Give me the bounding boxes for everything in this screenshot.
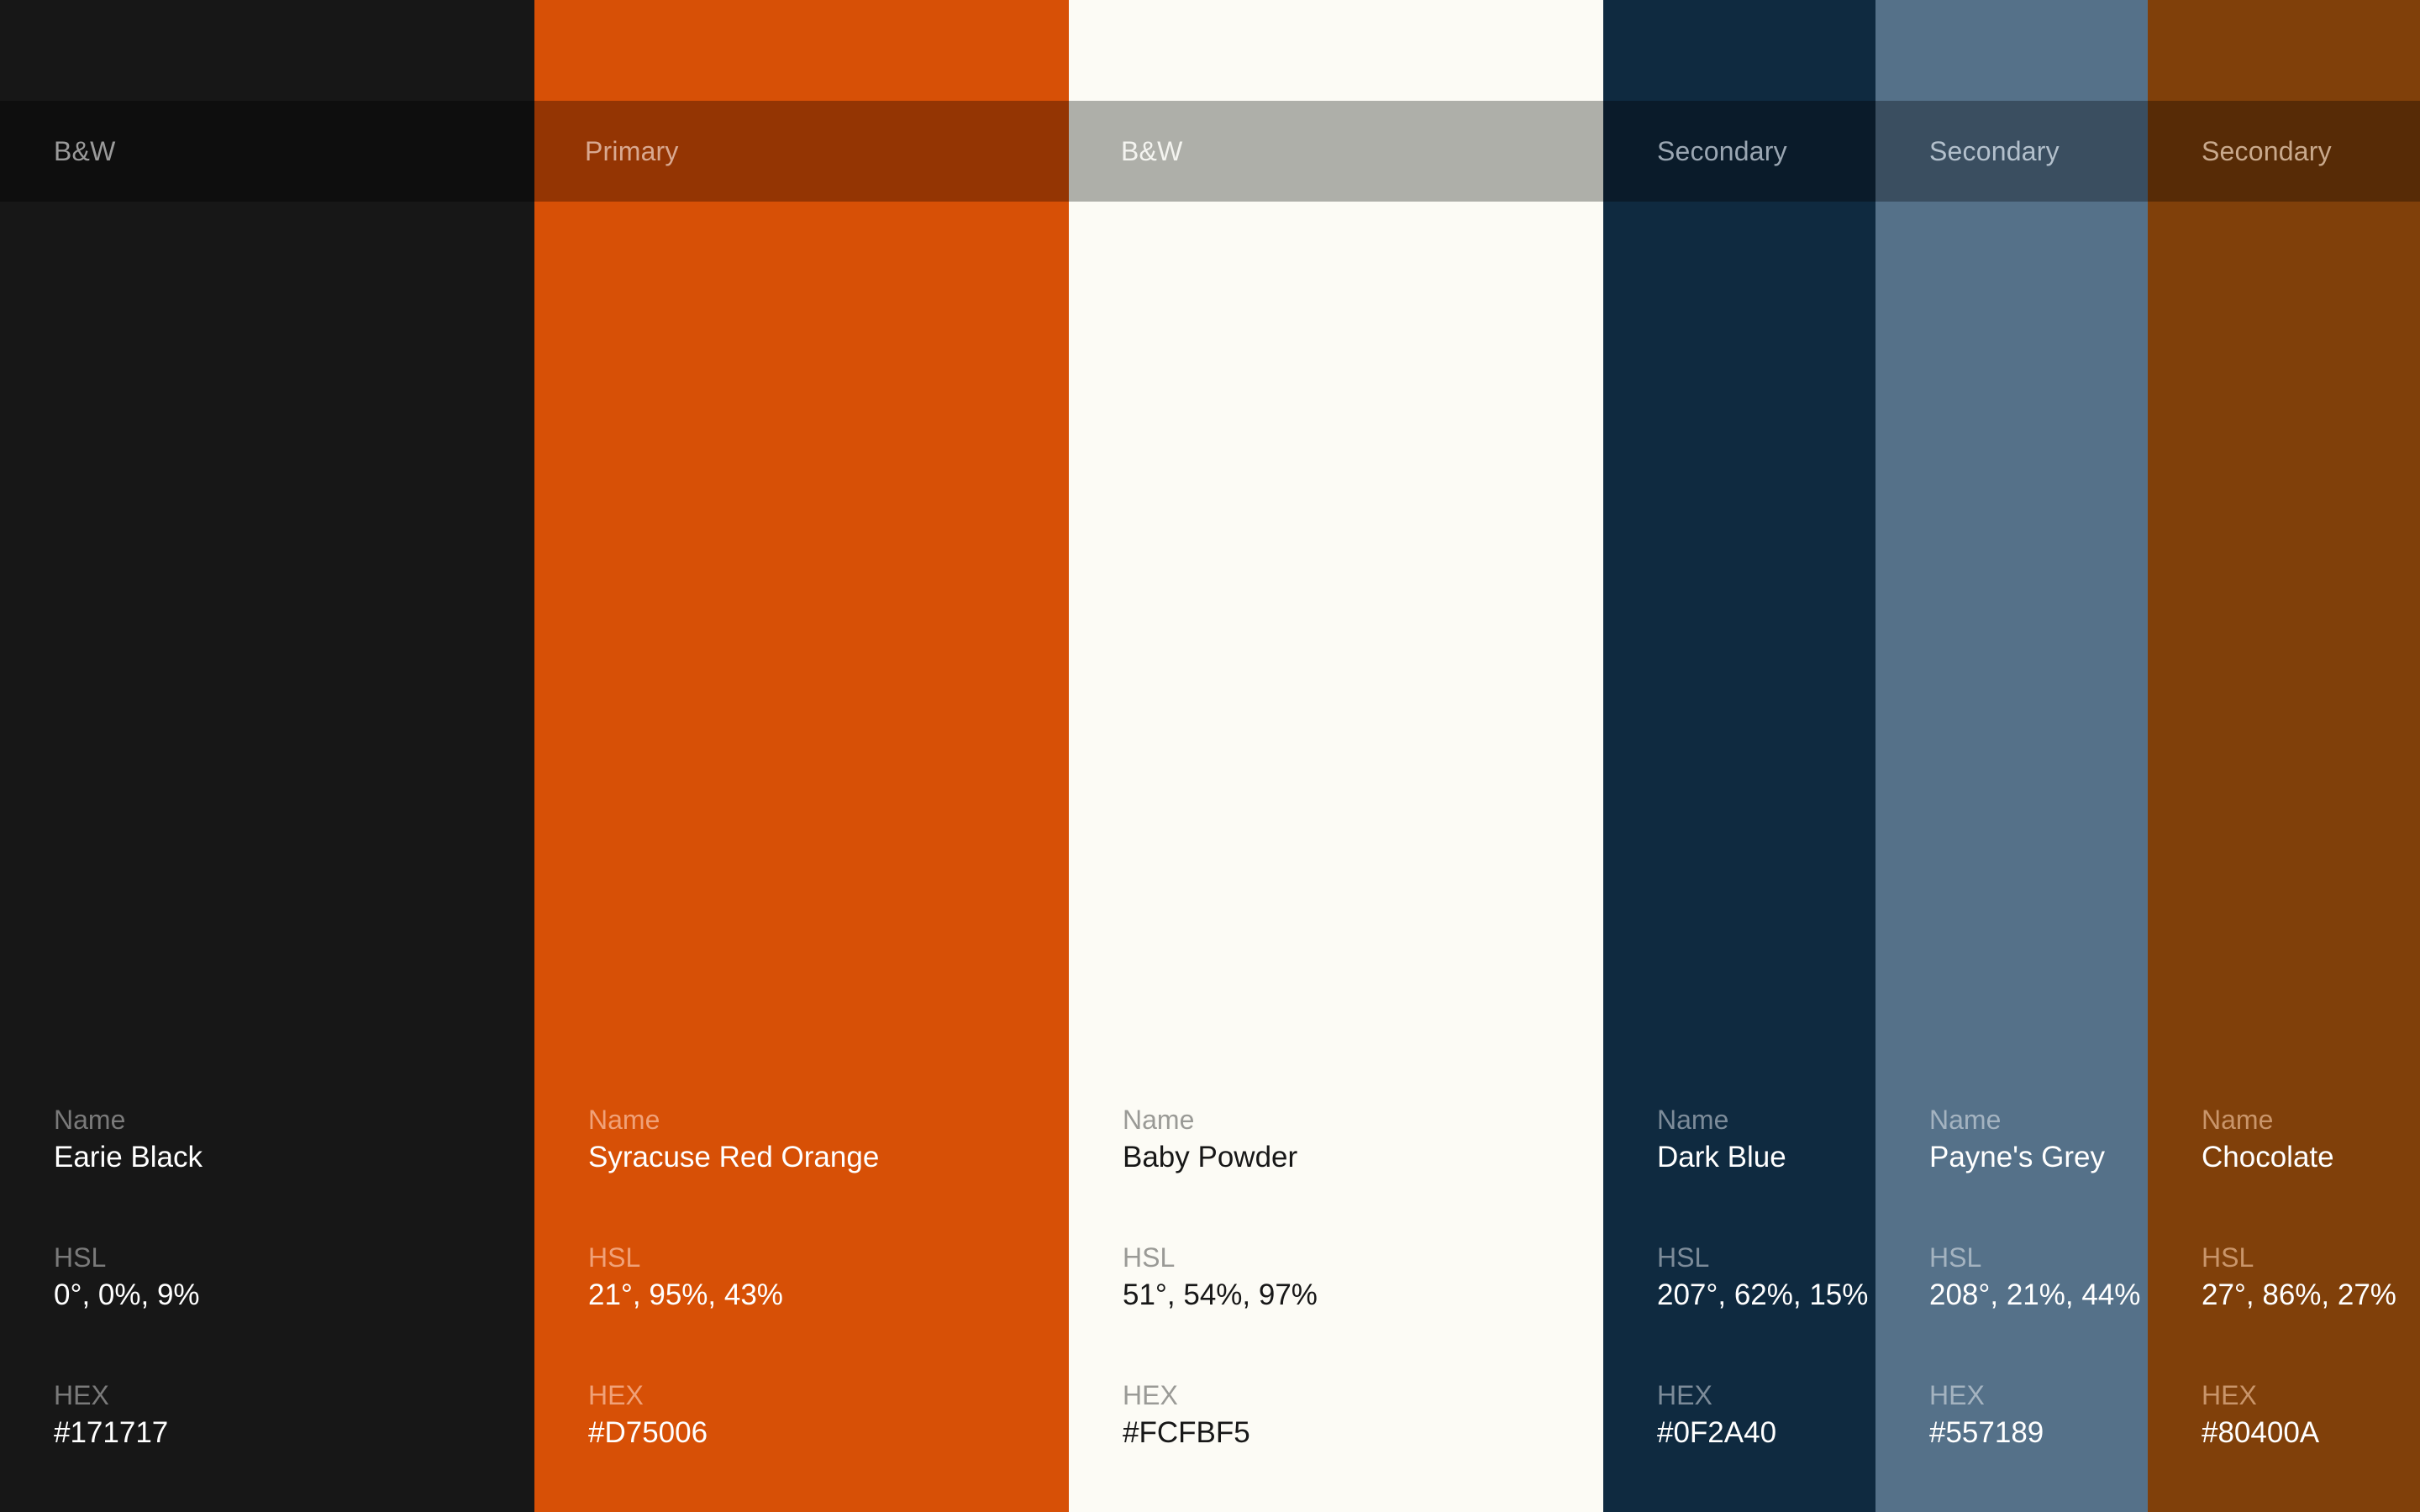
hsl-label: HSL: [1657, 1242, 1710, 1273]
name-label: Name: [1657, 1105, 1729, 1135]
hsl-label: HSL: [588, 1242, 641, 1273]
hex-group: HEX #0F2A40: [1657, 1378, 1776, 1453]
category-band: Primary: [534, 101, 1069, 202]
hex-value: #80400A: [2202, 1416, 2320, 1449]
hex-label: HEX: [1123, 1380, 1178, 1410]
name-group: Name Dark Blue: [1657, 1102, 1786, 1178]
color-name: Earie Black: [54, 1141, 203, 1173]
hex-label: HEX: [1929, 1380, 1985, 1410]
name-group: Name Chocolate: [2202, 1102, 2334, 1178]
color-palette: B&W Name Earie Black HSL 0°, 0%, 9% HEX …: [0, 0, 2420, 1512]
category-label: B&W: [54, 135, 116, 166]
name-group: Name Earie Black: [54, 1102, 203, 1178]
hsl-group: HSL 21°, 95%, 43%: [588, 1240, 783, 1315]
name-label: Name: [1929, 1105, 2002, 1135]
category-band: Secondary: [2148, 101, 2420, 202]
category-label: Primary: [585, 135, 679, 166]
hsl-label: HSL: [1929, 1242, 1982, 1273]
name-group: Name Baby Powder: [1123, 1102, 1297, 1178]
color-name: Baby Powder: [1123, 1141, 1298, 1173]
category-band: B&W: [1069, 101, 1603, 202]
hsl-group: HSL 51°, 54%, 97%: [1123, 1240, 1318, 1315]
swatch-paynes-grey: Secondary Name Payne's Grey HSL 208°, 21…: [1876, 0, 2148, 1512]
color-name: Payne's Grey: [1929, 1141, 2105, 1173]
hex-value: #0F2A40: [1657, 1416, 1777, 1449]
hex-label: HEX: [1657, 1380, 1712, 1410]
category-label: Secondary: [1657, 135, 1787, 166]
hsl-value: 27°, 86%, 27%: [2202, 1278, 2396, 1311]
swatch-dark-blue: Secondary Name Dark Blue HSL 207°, 62%, …: [1603, 0, 1876, 1512]
hex-group: HEX #80400A: [2202, 1378, 2319, 1453]
swatch-syracuse-red-orange: Primary Name Syracuse Red Orange HSL 21°…: [534, 0, 1069, 1512]
swatch-chocolate: Secondary Name Chocolate HSL 27°, 86%, 2…: [2148, 0, 2420, 1512]
name-label: Name: [1123, 1105, 1195, 1135]
hex-group: HEX #FCFBF5: [1123, 1378, 1250, 1453]
hsl-value: 207°, 62%, 15%: [1657, 1278, 1869, 1311]
category-label: Secondary: [1929, 135, 2060, 166]
hsl-group: HSL 27°, 86%, 27%: [2202, 1240, 2396, 1315]
hex-group: HEX #171717: [54, 1378, 168, 1453]
name-label: Name: [54, 1105, 126, 1135]
hsl-value: 51°, 54%, 97%: [1123, 1278, 1318, 1311]
hex-label: HEX: [588, 1380, 644, 1410]
hsl-label: HSL: [2202, 1242, 2254, 1273]
swatch-baby-powder: B&W Name Baby Powder HSL 51°, 54%, 97% H…: [1069, 0, 1603, 1512]
name-group: Name Syracuse Red Orange: [588, 1102, 879, 1178]
hex-value: #171717: [54, 1416, 169, 1449]
category-label: Secondary: [2202, 135, 2332, 166]
hsl-label: HSL: [54, 1242, 107, 1273]
category-band: Secondary: [1876, 101, 2148, 202]
hex-label: HEX: [2202, 1380, 2257, 1410]
hex-value: #557189: [1929, 1416, 2044, 1449]
hsl-group: HSL 208°, 21%, 44%: [1929, 1240, 2140, 1315]
hsl-group: HSL 207°, 62%, 15%: [1657, 1240, 1868, 1315]
color-name: Chocolate: [2202, 1141, 2334, 1173]
hex-label: HEX: [54, 1380, 109, 1410]
hex-value: #FCFBF5: [1123, 1416, 1250, 1449]
hsl-value: 21°, 95%, 43%: [588, 1278, 783, 1311]
swatch-earie-black: B&W Name Earie Black HSL 0°, 0%, 9% HEX …: [0, 0, 534, 1512]
color-name: Syracuse Red Orange: [588, 1141, 880, 1173]
hex-group: HEX #557189: [1929, 1378, 2044, 1453]
color-name: Dark Blue: [1657, 1141, 1786, 1173]
name-label: Name: [2202, 1105, 2274, 1135]
hsl-value: 208°, 21%, 44%: [1929, 1278, 2141, 1311]
hsl-value: 0°, 0%, 9%: [54, 1278, 200, 1311]
category-band: B&W: [0, 101, 534, 202]
hsl-label: HSL: [1123, 1242, 1176, 1273]
hsl-group: HSL 0°, 0%, 9%: [54, 1240, 200, 1315]
hex-group: HEX #D75006: [588, 1378, 708, 1453]
hex-value: #D75006: [588, 1416, 708, 1449]
name-label: Name: [588, 1105, 660, 1135]
category-band: Secondary: [1603, 101, 1876, 202]
category-label: B&W: [1121, 135, 1183, 166]
name-group: Name Payne's Grey: [1929, 1102, 2105, 1178]
